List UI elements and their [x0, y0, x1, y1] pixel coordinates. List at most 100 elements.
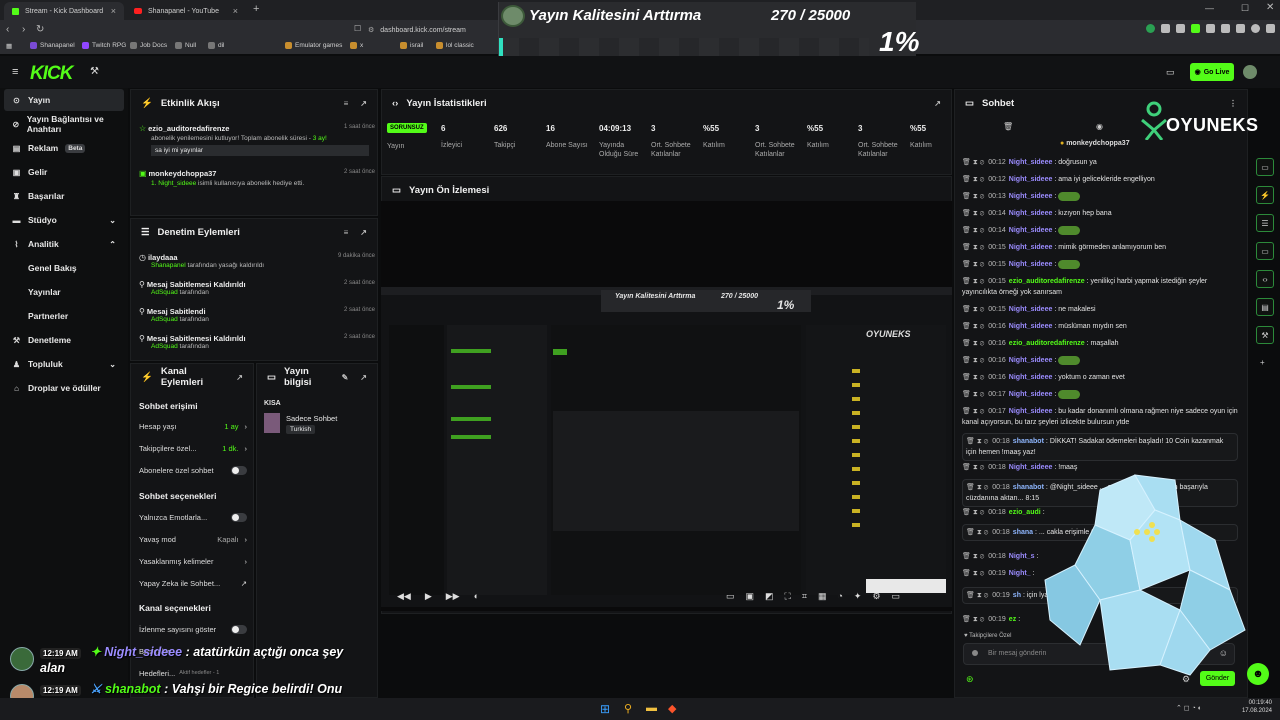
sidebar-item-stream[interactable]: ⊙ Yayın	[4, 89, 124, 111]
edit-icon[interactable]: ✎	[342, 373, 349, 382]
reload-icon[interactable]: ↻	[36, 24, 44, 35]
file-explorer-icon[interactable]: ▬	[646, 702, 657, 714]
activity-gifted-user[interactable]: Night_sideee	[158, 180, 196, 187]
bookmark-item[interactable]: Twitch RPG	[82, 42, 126, 49]
bookmark-item[interactable]: Emulator games	[285, 42, 342, 49]
extension-icon[interactable]	[1161, 24, 1170, 33]
rail-code-icon[interactable]: ‹›	[1256, 270, 1274, 288]
moderation-actor[interactable]: AdSquad	[151, 316, 178, 323]
chat-username[interactable]: Night_sideee	[1009, 244, 1053, 251]
sidebar-item-streams[interactable]: Yayınlar	[4, 281, 124, 303]
chat-username[interactable]: Night_sideee	[1009, 391, 1053, 398]
chat-username[interactable]: Night_sideee	[1009, 357, 1053, 364]
extension-icon[interactable]	[1191, 24, 1200, 33]
stream-category[interactable]: Sadece Sohbet	[286, 414, 337, 423]
clip-icon[interactable]: ◩	[765, 591, 774, 602]
subscribers-only-toggle[interactable]	[231, 465, 247, 475]
sidebar-item-drops[interactable]: ⌂ Droplar ve ödüller	[4, 377, 124, 399]
more-vert-icon[interactable]: ⋮	[1229, 99, 1237, 108]
mod-actions-icon[interactable]: 🗑 ⧗ ⊘	[966, 592, 988, 599]
sidebar-item-stream-key[interactable]: ⊘ Yayın Bağlantısı ve Anahtarı	[4, 113, 124, 135]
play-icon[interactable]: ▶	[425, 591, 432, 602]
chat-username[interactable]: ez	[1009, 616, 1016, 623]
chat-username[interactable]: Night_sideee	[1009, 374, 1053, 381]
stream-tag[interactable]: Turkish	[286, 425, 316, 434]
kick-coin-icon[interactable]: ⊛	[966, 674, 974, 685]
maximize-icon[interactable]: ☐	[1241, 3, 1249, 14]
popout-icon[interactable]: ↗	[360, 373, 367, 382]
mod-actions-icon[interactable]: 🗑 ⧗ ⊘	[962, 306, 984, 313]
theater-icon[interactable]: ▣	[746, 591, 755, 602]
stream-preview-video[interactable]: Yayın Kalitesini Arttırma 270 / 25000 1%…	[381, 201, 952, 611]
setting-row-ai-chat[interactable]: Yapay Zeka ile Sohbet... ↗	[139, 574, 247, 592]
moderation-actor[interactable]: AdSquad	[151, 343, 178, 350]
mod-actions-icon[interactable]: 🗑 ⧗ ⊘	[962, 374, 984, 381]
bookmark-item[interactable]: x	[350, 42, 363, 49]
setting-row-banned-words[interactable]: Yasaklanmış kelimeler ›	[139, 552, 247, 570]
sparkle-icon[interactable]: ✦	[854, 591, 862, 602]
bookmark-item[interactable]: lol classic	[436, 42, 474, 49]
popout-icon[interactable]: ↗	[934, 99, 941, 108]
mod-actions-icon[interactable]: 🗑 ⧗ ⊘	[962, 616, 984, 623]
trash-icon[interactable]: 🗑	[1003, 122, 1013, 131]
bookmark-item[interactable]: Shanapanel	[30, 42, 75, 49]
mod-actions-icon[interactable]: 🗑 ⧗ ⊘	[962, 464, 984, 471]
chat-username[interactable]: shana	[1013, 529, 1033, 536]
mod-actions-icon[interactable]: 🗑 ⧗ ⊘	[962, 278, 984, 285]
chat-username[interactable]: Night_sideee	[1009, 227, 1053, 234]
bookmark-item[interactable]: Job Docs	[130, 42, 167, 49]
activity-user[interactable]: monkeydchoppa37	[149, 169, 217, 178]
tab-youtube[interactable]: Shanapanel - YouTube ×	[126, 2, 246, 20]
extension-icon[interactable]	[1146, 24, 1155, 33]
mod-actions-icon[interactable]: 🗑 ⧗ ⊘	[966, 529, 988, 536]
popout-icon[interactable]: ↗	[236, 373, 243, 382]
rail-stats-icon[interactable]: ▤	[1256, 298, 1274, 316]
mod-actions-icon[interactable]: 🗑 ⧗ ⊘	[962, 159, 984, 166]
filter-icon[interactable]: ≡	[344, 228, 349, 237]
mod-actions-icon[interactable]: 🗑 ⧗ ⊘	[962, 391, 984, 398]
rail-lightning-icon[interactable]: ⚡	[1256, 186, 1274, 204]
minimize-icon[interactable]: —	[1205, 3, 1214, 13]
apps-icon[interactable]: ▦	[6, 42, 12, 50]
pinned-message[interactable]: ● monkeydchoppa37	[1060, 140, 1130, 147]
mod-actions-icon[interactable]: 🗑 ⧗ ⊘	[962, 176, 984, 183]
avatar[interactable]	[1243, 65, 1257, 79]
popout-icon[interactable]: ↗	[360, 99, 367, 108]
rail-tv-icon[interactable]: ▭	[1256, 242, 1274, 260]
mod-actions-icon[interactable]: 🗑 ⧗ ⊘	[962, 570, 984, 577]
sidebar-item-analytics[interactable]: ⌇ Analitik ⌃	[4, 233, 124, 255]
chat-username[interactable]: Night_s	[1009, 553, 1035, 560]
mod-actions-icon[interactable]: 🗑 ⧗ ⊘	[966, 484, 988, 491]
tv-icon[interactable]: ▭	[1166, 67, 1175, 78]
chat-username[interactable]: Night_sideee	[1009, 193, 1053, 200]
rewind-icon[interactable]: ◀◀	[397, 591, 411, 602]
filter-icon[interactable]: ≡	[344, 99, 349, 108]
sidebar-item-studio[interactable]: ▬ Stüdyo ⌄	[4, 209, 124, 231]
chat-username[interactable]: ezio_auditoredafirenze	[1009, 278, 1085, 285]
sidebar-item-moderation[interactable]: ⚒ Denetleme	[4, 329, 124, 351]
moderation-actor[interactable]: Shanapanel	[151, 262, 186, 269]
extension-icon[interactable]	[1251, 24, 1260, 33]
extension-icon[interactable]	[1266, 24, 1275, 33]
extension-icon[interactable]	[1236, 24, 1245, 33]
crop-icon[interactable]: ⌗	[802, 591, 807, 602]
mod-actions-icon[interactable]: 🗑 ⧗ ⊘	[962, 261, 984, 268]
mod-actions-icon[interactable]: 🗑 ⧗ ⊘	[962, 340, 984, 347]
bookmark-item[interactable]: israil	[400, 42, 423, 49]
chat-username[interactable]: Night_sideee	[1009, 261, 1053, 268]
viewer-count-toggle[interactable]	[231, 624, 247, 634]
chat-username[interactable]: Night_sideee	[1009, 408, 1053, 415]
mod-actions-icon[interactable]: 🗑 ⧗ ⊘	[962, 227, 984, 234]
rail-add-icon[interactable]: +	[1260, 358, 1265, 367]
brave-browser-icon[interactable]: ◆	[668, 702, 676, 715]
help-chat-icon[interactable]: ☻	[1247, 663, 1269, 685]
forward-icon[interactable]: ▶▶	[446, 591, 460, 602]
volume-icon[interactable]: ◐	[474, 591, 479, 602]
close-window-icon[interactable]: ✕	[1266, 2, 1274, 13]
bookmark-item[interactable]: dil	[208, 42, 225, 49]
speed-icon[interactable]: ◔	[837, 591, 842, 602]
url-field[interactable]: ⚙ dashboard.kick.com/stream	[368, 23, 498, 37]
forward-icon[interactable]: ›	[22, 24, 25, 35]
chat-username[interactable]: ezio_auditoredafirenze	[1009, 340, 1085, 347]
chat-username[interactable]: Night_	[1009, 570, 1031, 577]
